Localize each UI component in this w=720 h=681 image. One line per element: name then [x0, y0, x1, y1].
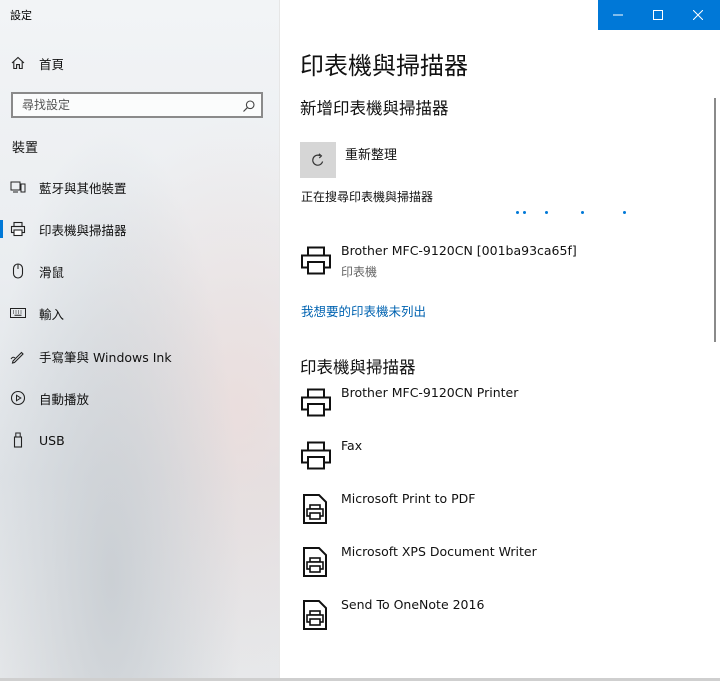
printer-icon [300, 440, 332, 472]
sidebar-item-usb[interactable]: USB [0, 420, 279, 460]
sidebar-item-pen[interactable]: 手寫筆與 Windows Ink [0, 336, 279, 376]
mouse-icon [10, 263, 26, 279]
autoplay-icon [10, 390, 26, 406]
progress-dot [523, 211, 526, 214]
app-title: 設定 [10, 9, 32, 22]
printer-list-item[interactable]: Fax [300, 438, 700, 482]
printer-list-item[interactable]: Brother MFC-9120CN Printer [300, 385, 700, 429]
device-name: Microsoft XPS Document Writer [341, 544, 537, 559]
sidebar-item-mouse[interactable]: 滑鼠 [0, 251, 279, 291]
document-printer-icon [300, 599, 332, 631]
sidebar-item-label: 輸入 [39, 306, 65, 322]
usb-icon [10, 432, 26, 448]
printers-heading: 印表機與掃描器 [300, 358, 416, 377]
progress-dot [581, 211, 584, 214]
progress-dot [545, 211, 548, 214]
main-content: 印表機與掃描器 新增印表機與掃描器 重新整理 正在搜尋印表機與掃描器 Broth… [280, 0, 714, 681]
sidebar-item-input[interactable]: 輸入 [0, 293, 279, 333]
device-name: Brother MFC-9120CN Printer [341, 385, 519, 400]
refresh-icon [312, 153, 324, 166]
home-icon [10, 55, 26, 71]
pen-icon [10, 348, 26, 364]
sidebar-item-printers[interactable]: 印表機與掃描器 [0, 209, 279, 249]
scrollbar[interactable] [714, 98, 716, 342]
refresh-button[interactable] [300, 142, 336, 178]
add-printers-heading: 新增印表機與掃描器 [300, 99, 449, 118]
printer-not-listed-link[interactable]: 我想要的印表機未列出 [301, 301, 426, 320]
sidebar-item-label: 印表機與掃描器 [39, 222, 127, 238]
sidebar-item-label: 手寫筆與 Windows Ink [39, 349, 172, 365]
bluetooth-device-icon [10, 179, 26, 195]
page-title: 印表機與掃描器 [300, 52, 468, 80]
found-device[interactable]: Brother MFC-9120CN [001ba93ca65f] 印表機 [300, 243, 700, 287]
sidebar-item-bluetooth[interactable]: 藍牙與其他裝置 [0, 167, 279, 207]
printer-icon [300, 245, 332, 277]
device-name: Fax [341, 438, 363, 453]
search-icon[interactable] [242, 98, 256, 112]
search-input[interactable] [13, 94, 242, 116]
printer-list-item[interactable]: Send To OneNote 2016 [300, 597, 700, 641]
sidebar: 設定 首頁 裝置 藍牙與其他裝置 印表機與掃描器 滑鼠 輸入 [0, 0, 280, 681]
searching-status: 正在搜尋印表機與掃描器 [301, 190, 434, 204]
sidebar-item-label: 自動播放 [39, 391, 90, 407]
section-heading: 裝置 [12, 141, 39, 156]
sidebar-item-label: 藍牙與其他裝置 [39, 180, 127, 196]
sidebar-item-label: 首頁 [39, 56, 65, 72]
sidebar-item-label: 滑鼠 [39, 264, 65, 280]
device-name: Brother MFC-9120CN [001ba93ca65f] [341, 243, 577, 258]
refresh-label[interactable]: 重新整理 [345, 144, 397, 163]
document-printer-icon [300, 546, 332, 578]
printer-list-item[interactable]: Microsoft XPS Document Writer [300, 544, 700, 588]
keyboard-icon [10, 305, 26, 321]
sidebar-item-home[interactable]: 首頁 [0, 43, 279, 83]
printer-list-item[interactable]: Microsoft Print to PDF [300, 491, 700, 535]
progress-dot [516, 211, 519, 214]
progress-dot [623, 211, 626, 214]
document-printer-icon [300, 493, 332, 525]
device-type: 印表機 [341, 265, 378, 279]
sidebar-item-label: USB [39, 432, 65, 448]
printer-icon [300, 387, 332, 419]
printer-icon [10, 221, 26, 237]
search-field[interactable] [11, 92, 263, 118]
device-name: Send To OneNote 2016 [341, 597, 485, 612]
device-name: Microsoft Print to PDF [341, 491, 476, 506]
sidebar-item-autoplay[interactable]: 自動播放 [0, 378, 279, 418]
